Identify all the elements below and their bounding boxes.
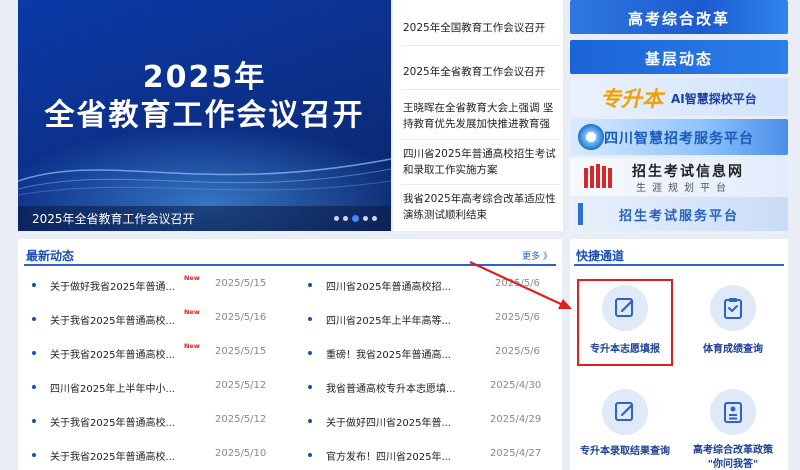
headline-list: 2025年全国教育工作会议召开 2025年全省教育工作会议召开 王晓晖在全省教育…: [393, 0, 563, 231]
platform-logo-icon: [578, 124, 604, 150]
news-date: 2025/5/6: [495, 346, 540, 357]
news-item[interactable]: 四川省2025年上半年中小...: [50, 380, 175, 395]
divider: [401, 89, 561, 90]
bullet-icon: [308, 317, 312, 321]
news-item[interactable]: 重磅！我省2025年普通高...: [326, 346, 451, 361]
bullet-icon: [308, 385, 312, 389]
quick-label-line2[interactable]: "你问我答": [680, 455, 786, 470]
quick-label[interactable]: 高考综合改革政策: [680, 441, 786, 456]
exam-network-logo-icon: [584, 164, 612, 188]
banner-label: 四川智慧招考服务平台: [604, 131, 754, 147]
new-badge: New: [184, 342, 200, 350]
news-item[interactable]: 关于我省2025年普通高校...: [50, 448, 175, 463]
panel-title-underline: [24, 264, 556, 266]
news-date: 2025/4/30: [490, 380, 542, 391]
bullet-icon: [32, 385, 36, 389]
banner-zhuanshengben-ai[interactable]: 专升本 AI智慧探校平台: [570, 78, 788, 116]
carousel-dots: [334, 215, 377, 222]
highlight-box: [577, 279, 673, 366]
carousel-wave-decoration: [18, 158, 391, 196]
headline-item[interactable]: 四川省2025年普通高校招生考试和录取工作实施方案: [403, 146, 563, 178]
panel-title: 最新动态: [26, 249, 75, 263]
banner-exam-info-network[interactable]: 招生考试信息网 生涯规划平台: [570, 158, 788, 196]
admission-result-query-button[interactable]: [602, 389, 648, 435]
news-date: 2025/5/6: [495, 312, 540, 323]
banner-grassroots-news[interactable]: 基层动态: [570, 40, 788, 74]
headline-item[interactable]: 王晓晖在全省教育大会上强调 坚持教育优先发展加快推进教育强省...: [403, 100, 563, 132]
headline-item[interactable]: 2025年全国教育工作会议召开: [403, 20, 563, 36]
latest-news-panel: 最新动态 更多 》 关于做好我省2025年普通... New 2025/5/15…: [18, 239, 562, 470]
banner-small-label: AI智慧探校平台: [671, 92, 757, 106]
new-badge: New: [184, 274, 200, 282]
carousel-dot-active[interactable]: [352, 215, 359, 222]
carousel-dot[interactable]: [343, 216, 348, 221]
news-item[interactable]: 关于我省2025年普通高校...: [50, 414, 175, 429]
bullet-icon: [308, 283, 312, 287]
clipboard-check-icon: [724, 298, 742, 319]
news-date: 2025/5/12: [215, 414, 267, 425]
divider: [401, 184, 561, 185]
news-item[interactable]: 关于我省2025年普通高校...: [50, 346, 175, 361]
banner-gaokao-reform[interactable]: 高考综合改革: [570, 0, 788, 34]
news-date: 2025/5/15: [215, 278, 267, 289]
panel-title-underline: [574, 264, 784, 266]
bullet-icon: [308, 351, 312, 355]
carousel-headline: 全省教育工作会议召开: [44, 98, 365, 133]
headline-item[interactable]: 2025年全省教育工作会议召开: [403, 64, 563, 80]
carousel-caption[interactable]: 2025年全省教育工作会议召开: [32, 210, 195, 227]
carousel-dot[interactable]: [334, 216, 339, 221]
hero-carousel[interactable]: 2025年 全省教育工作会议召开 2025年全省教育工作会议召开: [18, 0, 391, 231]
news-item[interactable]: 官方发布！四川省2025年...: [326, 448, 451, 463]
id-card-icon: [724, 402, 742, 423]
pe-score-query-button[interactable]: [710, 285, 756, 331]
news-item[interactable]: 四川省2025年上半年高等...: [326, 312, 451, 327]
banner-label: 高考综合改革: [627, 10, 730, 28]
banner-smart-admission-platform[interactable]: 四川智慧招考服务平台: [570, 119, 788, 155]
news-date: 2025/4/27: [490, 448, 542, 459]
news-date: 2025/5/15: [215, 346, 267, 357]
news-date: 2025/5/12: [215, 380, 267, 391]
news-item[interactable]: 我省普通高校专升本志愿填...: [326, 380, 456, 395]
divider: [401, 139, 561, 140]
bullet-icon: [32, 453, 36, 457]
bullet-icon: [308, 453, 312, 457]
news-item[interactable]: 四川省2025年普通高校招...: [326, 278, 451, 293]
edit-icon: [615, 402, 634, 421]
carousel-dot[interactable]: [363, 216, 368, 221]
bullet-icon: [32, 283, 36, 287]
news-date: 2025/4/29: [490, 414, 542, 425]
news-item[interactable]: 关于做好我省2025年普通...: [50, 278, 175, 293]
news-date: 2025/5/16: [215, 312, 267, 323]
bullet-icon: [32, 317, 36, 321]
more-link[interactable]: 更多 》: [522, 249, 552, 262]
banner-exam-service-platform[interactable]: 招生考试服务平台: [570, 197, 788, 231]
quick-label[interactable]: 专升本录取结果查询: [572, 442, 678, 457]
news-item[interactable]: 关于我省2025年普通高校...: [50, 312, 175, 327]
banner-label: 招生考试服务平台: [618, 209, 739, 224]
reform-policy-qa-button[interactable]: [710, 389, 756, 435]
panel-title: 快捷通道: [576, 249, 625, 263]
news-date: 2025/5/10: [215, 448, 267, 459]
bullet-icon: [308, 419, 312, 423]
divider: [401, 45, 561, 46]
news-item[interactable]: 关于做好四川省2025年普...: [326, 414, 451, 429]
quick-label[interactable]: 体育成绩查询: [690, 340, 776, 355]
banner-subtitle: 生涯规划平台: [636, 183, 732, 194]
headline-item[interactable]: 我省2025年高考综合改革适应性演练测试顺利结束: [403, 191, 563, 223]
carousel-dot[interactable]: [372, 216, 377, 221]
banner-big-label: 专升本: [600, 87, 663, 111]
bullet-icon: [32, 419, 36, 423]
bullet-icon: [32, 351, 36, 355]
banner-label: 基层动态: [644, 50, 713, 68]
news-date: 2025/5/6: [495, 278, 540, 289]
banner-title: 招生考试信息网: [632, 164, 744, 180]
new-badge: New: [184, 308, 200, 316]
